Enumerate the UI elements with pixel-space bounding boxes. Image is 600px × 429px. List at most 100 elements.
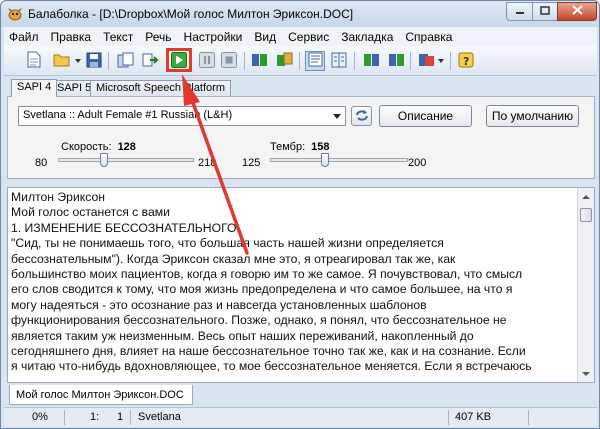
text-line: я читаю что-нибудь вдохновляющее, то мое… [11, 359, 532, 374]
refresh-icon [355, 109, 369, 124]
split-view-button[interactable] [329, 51, 349, 71]
new-document-button[interactable] [24, 51, 44, 71]
rate-value: 128 [117, 141, 136, 153]
menu-speech[interactable]: Речь [140, 30, 178, 44]
text-line: Милтон Эриксон [11, 190, 105, 204]
default-button[interactable]: По умолчанию [486, 105, 579, 127]
save-button[interactable] [84, 51, 104, 71]
text-line: 1. ИЗМЕНЕНИЕ БЕССОЗНАТЕЛЬНОГО [11, 220, 237, 235]
status-separator [448, 410, 449, 425]
scroll-down-icon[interactable] [578, 365, 594, 382]
pitch-slider-track[interactable] [270, 158, 408, 162]
text-line: могу надеяться - это осознание раз и нав… [11, 297, 427, 312]
status-column: 1 [117, 411, 124, 423]
voice-refresh-button[interactable] [351, 106, 372, 126]
document-text[interactable]: Милтон Эриксон Мой голос останется с вам… [11, 190, 576, 375]
bookmark-button[interactable] [416, 51, 436, 71]
translate-icon [388, 52, 405, 71]
bookmark-dropdown-icon[interactable] [438, 59, 444, 63]
pause-button[interactable] [197, 51, 217, 71]
toolbar-separator [410, 52, 411, 70]
text-mode-button[interactable] [305, 51, 325, 71]
subtitles-icon [276, 52, 293, 71]
menu-bar: Файл Правка Текст Речь Настройки Вид Сер… [4, 27, 597, 46]
menu-help[interactable]: Справка [400, 30, 459, 44]
scroll-up-icon[interactable] [578, 188, 594, 205]
save-audio-button[interactable] [249, 51, 269, 71]
text-line: "Сид, ты не понимаешь того, что большая … [11, 236, 444, 251]
status-separator [528, 410, 529, 425]
pitch-label-text: Тембр: [270, 141, 306, 153]
rate-slider-thumb[interactable] [100, 153, 108, 167]
split-view-icon [331, 52, 347, 71]
minimize-icon [515, 5, 525, 18]
help-button[interactable]: ? [456, 51, 476, 71]
document-tab-label: Мой голос Милтон Эриксон.DOC [16, 388, 184, 401]
rate-min: 80 [35, 157, 48, 169]
toolbar: ? [4, 46, 597, 76]
toolbar-separator [354, 52, 355, 70]
status-line: 1: [90, 411, 100, 423]
translate-button[interactable] [386, 51, 406, 71]
pitch-label: Тембр: 158 [270, 141, 330, 153]
status-bar: 0% 1: 1 Svetlana 407 KB [4, 407, 597, 427]
tab-speech-platform[interactable]: Microsoft Speech Platform [90, 80, 231, 97]
toolbar-separator [108, 52, 109, 70]
menu-text[interactable]: Текст [98, 30, 140, 44]
vertical-scrollbar[interactable] [577, 188, 594, 382]
toolbar-separator [450, 52, 451, 70]
save-audio-icon [251, 52, 268, 71]
text-line: Мой голос останется с вами [11, 205, 170, 220]
menu-tools[interactable]: Сервис [283, 30, 336, 44]
rate-slider-track[interactable] [58, 158, 194, 162]
voice-select[interactable]: Svetlana :: Adult Female #1 Russian (L&H… [18, 106, 346, 126]
save-icon [86, 52, 102, 71]
open-folder-icon [53, 52, 71, 70]
spellcheck-button[interactable] [361, 51, 381, 71]
menu-view[interactable]: Вид [249, 30, 283, 44]
help-icon: ? [458, 52, 474, 71]
copy-to-clipboard-button[interactable] [115, 51, 135, 71]
subtitles-button[interactable] [274, 51, 294, 71]
toolbar-separator [299, 52, 300, 70]
close-icon [571, 5, 583, 18]
menu-edit[interactable]: Правка [46, 30, 99, 44]
pitch-value: 158 [311, 141, 330, 153]
document-text-area[interactable]: Милтон Эриксон Мой голос останется с вам… [7, 187, 595, 383]
status-progress: 0% [32, 411, 48, 423]
close-button[interactable] [557, 2, 597, 21]
text-line: его слов сводится к тому, что моя жизнь … [11, 282, 513, 297]
menu-file[interactable]: Файл [4, 30, 46, 44]
convert-icon [142, 52, 159, 71]
status-voice: Svetlana [138, 411, 181, 423]
menu-bookmark[interactable]: Закладка [336, 30, 400, 44]
voice-panel: Svetlana :: Adult Female #1 Russian (L&H… [7, 96, 595, 179]
text-line: сегодняшнего дня, влияет на наше бессозн… [11, 343, 526, 358]
status-separator [130, 410, 131, 425]
pitch-slider-thumb[interactable] [321, 153, 329, 167]
voice-select-value: Svetlana :: Adult Female #1 Russian (L&H… [23, 109, 233, 121]
stop-button[interactable] [219, 51, 239, 71]
toolbar-separator [244, 52, 245, 70]
description-button[interactable]: Описание [379, 105, 472, 127]
scrollbar-thumb[interactable] [580, 208, 592, 222]
status-separator [64, 410, 65, 425]
open-folder-button[interactable] [52, 51, 72, 71]
menu-settings[interactable]: Настройки [179, 30, 250, 44]
minimize-button[interactable] [506, 2, 533, 21]
tab-sapi4[interactable]: SAPI 4 [11, 79, 58, 97]
maximize-button[interactable] [532, 2, 558, 21]
spellcheck-icon [363, 52, 380, 71]
text-line: бессознательным"). Когда Эриксон сказал … [11, 251, 456, 266]
play-button-highlight [166, 48, 192, 72]
document-tab[interactable]: Мой голос Милтон Эриксон.DOC [9, 385, 193, 405]
open-dropdown-icon[interactable] [75, 59, 81, 63]
title-bar[interactable]: Балаболка - [D:\Dropbox\Мой голос Милтон… [1, 1, 599, 27]
bookmark-icon [418, 52, 435, 71]
pitch-min: 125 [242, 157, 261, 169]
convert-button[interactable] [140, 51, 160, 71]
stop-icon [221, 51, 237, 71]
rate-max: 218 [198, 157, 217, 169]
text-mode-icon [308, 52, 323, 70]
text-line: функционирования бессознательного. Позже… [11, 313, 507, 328]
